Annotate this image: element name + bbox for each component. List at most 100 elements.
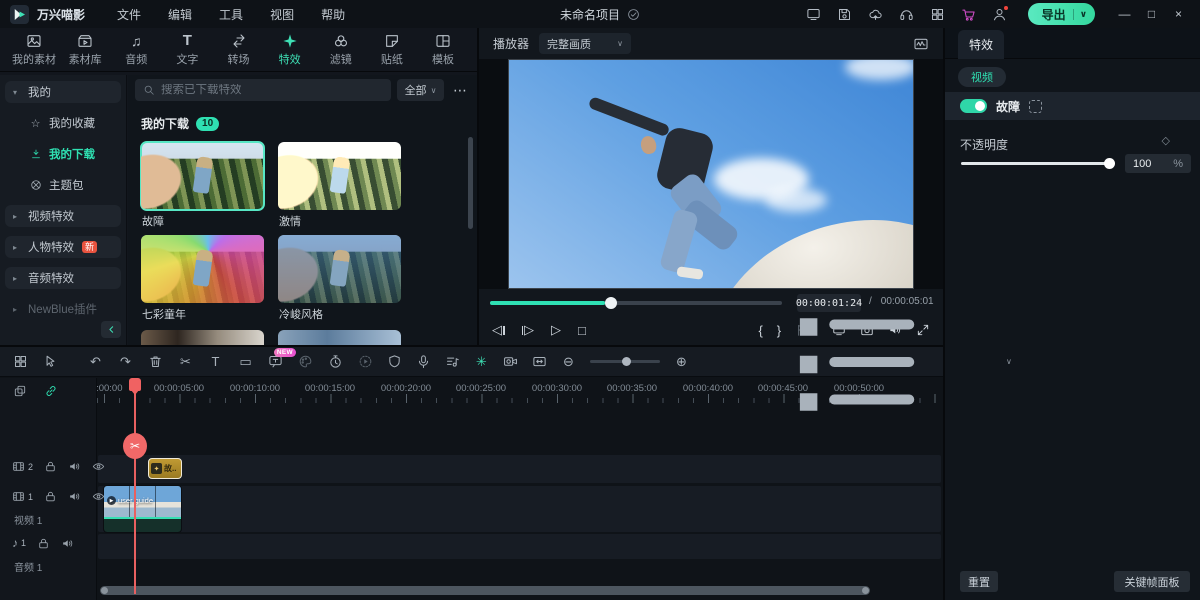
track-lane-effect[interactable] — [98, 455, 941, 483]
undo-button[interactable]: ↶ — [88, 354, 103, 370]
speaker-icon[interactable] — [61, 537, 74, 550]
cloud-upload-button[interactable] — [863, 3, 888, 25]
speaker-icon[interactable] — [68, 460, 81, 473]
duplicate-icon[interactable] — [13, 384, 27, 398]
playhead-line[interactable] — [134, 378, 136, 594]
effect-clip[interactable]: ✦ 故.. — [148, 458, 182, 479]
eye-icon[interactable] — [92, 490, 105, 503]
keyframe-diamond-icon[interactable]: ◇ — [1162, 134, 1170, 147]
menu-help[interactable]: 帮助 — [321, 6, 345, 23]
tab-filters[interactable]: 滤镜 — [319, 32, 363, 67]
export-button[interactable]: 导出 ∨ — [1028, 3, 1095, 25]
support-button[interactable] — [894, 3, 919, 25]
sidebar-group-my[interactable]: ▾ 我的 — [5, 81, 121, 103]
sidebar-group-newblue[interactable]: ▸ NewBlue插件 — [5, 298, 121, 320]
search-input[interactable] — [161, 84, 383, 96]
eye-icon[interactable] — [92, 460, 105, 473]
tab-audio[interactable]: ♫音频 — [114, 32, 158, 67]
zoom-slider-handle[interactable] — [622, 357, 631, 366]
zoom-in-button[interactable]: ⊕ — [674, 354, 689, 370]
opacity-slider[interactable] — [961, 162, 1111, 165]
account-button[interactable] — [987, 3, 1012, 25]
opacity-slider-handle[interactable] — [1104, 158, 1115, 169]
audio-mixer-button[interactable] — [445, 354, 460, 369]
speaker-icon[interactable] — [68, 490, 81, 503]
properties-tab-effects[interactable]: 特效 — [958, 30, 1004, 59]
store-cart-button[interactable] — [956, 3, 981, 25]
track-lane-audio[interactable] — [98, 534, 941, 559]
menu-file[interactable]: 文件 — [117, 6, 141, 23]
effect-card-passion[interactable] — [278, 142, 401, 210]
opacity-value-box[interactable]: 100 % — [1125, 154, 1191, 173]
scene-detect-button[interactable] — [503, 354, 518, 369]
effect-region-icon[interactable] — [1029, 100, 1042, 113]
preview-quality-icon[interactable] — [913, 36, 929, 52]
effects-scrollbar[interactable] — [468, 137, 473, 229]
sidebar-group-audio-effects[interactable]: ▸ 音频特效 — [5, 267, 121, 289]
zoom-fit-button[interactable] — [532, 354, 547, 369]
tab-templates[interactable]: 模板 — [421, 32, 465, 67]
tool-select[interactable] — [43, 354, 58, 369]
voiceover-button[interactable] — [416, 354, 431, 369]
sidebar-item-favorites[interactable]: ☆ 我的收藏 — [5, 112, 121, 134]
render-preview-button[interactable] — [358, 354, 373, 369]
timeline-horizontal-scrollbar[interactable] — [100, 586, 870, 595]
sidebar-group-character-effects[interactable]: ▸ 人物特效 新 — [5, 236, 121, 258]
effect-toggle[interactable] — [960, 99, 987, 113]
sidebar-item-downloads[interactable]: 我的下载 — [5, 143, 121, 165]
workspace-layout-button[interactable] — [801, 3, 826, 25]
plugins-grid-button[interactable] — [925, 3, 950, 25]
tab-text[interactable]: T文字 — [165, 32, 209, 67]
tab-stickers[interactable]: 贴纸 — [370, 32, 414, 67]
sidebar-item-theme-packs[interactable]: 主题包 — [5, 174, 121, 196]
tool-grid[interactable] — [13, 354, 28, 369]
menu-view[interactable]: 视图 — [270, 6, 294, 23]
speech-to-text-button[interactable]: NEW — [268, 354, 283, 369]
tab-library[interactable]: 素材库 — [63, 32, 107, 67]
reset-button[interactable]: 重置 — [960, 571, 998, 592]
effect-card-partial[interactable] — [141, 330, 264, 345]
menu-tools[interactable]: 工具 — [219, 6, 243, 23]
beat-detect-button[interactable]: ✳ — [474, 354, 489, 370]
quality-dropdown[interactable]: 完整画质 ∨ — [539, 33, 631, 54]
lock-icon[interactable] — [44, 460, 57, 473]
link-icon[interactable] — [44, 384, 58, 398]
track-manager-button[interactable]: ∨ — [703, 287, 1012, 437]
mask-button[interactable] — [387, 354, 402, 369]
video-clip[interactable]: ▶ user guide — [104, 486, 181, 532]
delete-button[interactable] — [148, 354, 163, 369]
crop-tool-button[interactable]: ▭ — [238, 354, 253, 370]
text-tool-button[interactable]: T — [208, 354, 223, 369]
tab-transitions[interactable]: 转场 — [217, 32, 261, 67]
more-options-button[interactable]: ⋯ — [450, 79, 470, 101]
playhead-scissors-badge[interactable]: ✂ — [123, 433, 147, 459]
export-dropdown-icon[interactable]: ∨ — [1073, 9, 1087, 20]
zoom-slider[interactable] — [590, 360, 660, 363]
playhead-handle[interactable] — [129, 378, 141, 391]
maximize-button[interactable]: □ — [1138, 7, 1165, 21]
redo-button[interactable]: ↷ — [118, 354, 133, 370]
sidebar-group-video-effects[interactable]: ▸ 视频特效 — [5, 205, 121, 227]
zoom-out-button[interactable]: ⊖ — [561, 354, 576, 370]
split-button[interactable]: ✂ — [178, 354, 193, 370]
minimize-button[interactable]: — — [1111, 7, 1138, 21]
effect-card-glitch[interactable] — [141, 142, 264, 210]
sidebar-collapse-button[interactable] — [101, 321, 121, 338]
lock-icon[interactable] — [37, 537, 50, 550]
speed-tool-button[interactable] — [328, 354, 343, 369]
video-chip[interactable]: 视频 — [958, 67, 1006, 87]
effect-card-rainbow-childhood[interactable] — [141, 235, 264, 303]
keyframe-panel-button[interactable]: 关键帧面板 — [1114, 571, 1190, 592]
filter-dropdown[interactable]: 全部 ∨ — [397, 79, 444, 101]
menu-edit[interactable]: 编辑 — [168, 6, 192, 23]
track-lane-video[interactable] — [98, 486, 941, 532]
camera-eye-icon — [503, 354, 518, 369]
preview-video[interactable] — [508, 59, 914, 289]
tab-effects[interactable]: 特效 — [268, 32, 312, 67]
close-button[interactable]: × — [1165, 7, 1192, 21]
search-box[interactable] — [135, 79, 391, 101]
color-tool-button[interactable] — [298, 354, 313, 369]
lock-icon[interactable] — [44, 490, 57, 503]
save-button[interactable] — [832, 3, 857, 25]
tab-my-media[interactable]: 我的素材 — [12, 32, 56, 67]
